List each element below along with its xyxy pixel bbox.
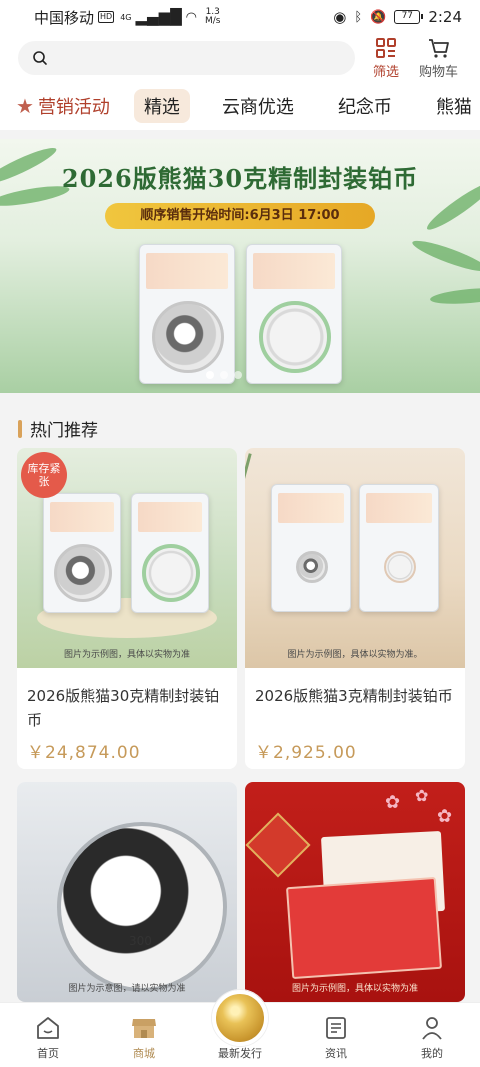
nav-mall[interactable]: 商城 [96, 1011, 192, 1061]
search-icon [33, 51, 47, 65]
network-speed: 1.3 M/s [205, 8, 221, 26]
cart-icon [428, 38, 449, 58]
image-disclaimer: 图片为示例图，具体以实物为准。 [287, 650, 423, 660]
nav-home-label: 首页 [37, 1047, 59, 1060]
banner-pagination [206, 371, 242, 379]
nav-home[interactable]: 首页 [0, 1011, 96, 1061]
nav-news-label: 资讯 [325, 1047, 347, 1060]
nav-mall-label: 商城 [133, 1047, 155, 1060]
status-bar: 中国移动 HD 4G ▂▄▆█ ◠ 1.3 M/s ◉ ᛒ 🔕 77 2:24 [0, 0, 480, 34]
coin-slab-front [43, 493, 121, 613]
temple-coin-image [142, 544, 200, 602]
search-input[interactable] [56, 50, 316, 66]
status-right: ◉ ᛒ 🔕 77 2:24 [333, 8, 462, 26]
tab-commemorative[interactable]: 纪念币 [338, 93, 392, 119]
card-envelope-front [285, 876, 443, 980]
image-disclaimer: 图片为示例图，具体以实物为准 [291, 984, 418, 994]
product-name: 2026版熊猫30克精制封装铂币 [27, 687, 220, 729]
product-price: ￥2,925.00 [255, 743, 357, 763]
image-disclaimer: 图片为示例图，具体以实物为准 [63, 650, 190, 660]
banner-dot [220, 371, 228, 379]
coin-slab-front [139, 244, 235, 384]
header: 筛选 购物车 [0, 34, 480, 82]
eye-icon: ◉ [333, 8, 347, 26]
hd-badge: HD [98, 11, 115, 23]
image-disclaimer: 图片为示意图，请以实物为准 [68, 984, 186, 994]
tab-featured[interactable]: 精选 [133, 89, 190, 123]
product-card[interactable]: 图片为示例图，具体以实物为准 库存紧张 2026版熊猫30克精制封装铂币 ￥24… [17, 448, 237, 769]
mute-icon: 🔕 [370, 9, 387, 25]
category-tabs: ★ 营销活动 精选 云商优选 纪念币 熊猫 [0, 82, 480, 130]
product-card[interactable]: ✿ ✿ ✿ 图片为示例图，具体以实物为准 [245, 782, 465, 1002]
fu-decoration [245, 812, 311, 878]
bluetooth-icon: ᛒ [354, 9, 363, 25]
filter-grid-icon [376, 37, 396, 58]
slab-label [146, 253, 228, 289]
product-image: ✿ ✿ ✿ 图片为示例图，具体以实物为准 [245, 782, 465, 1002]
battery-icon: 77 [394, 10, 424, 24]
filter-button[interactable]: 筛选 [373, 37, 399, 80]
nav-new-release-label: 最新发行 [218, 1047, 262, 1060]
banner-sale-time: 顺序销售开始时间:6月3日 17:00 [105, 203, 375, 229]
banner-title: 2026版熊猫30克精制封装铂币 [61, 164, 419, 193]
promo-banner[interactable]: 2026版熊猫30克精制封装铂币 顺序销售开始时间:6月3日 17:00 [0, 139, 480, 393]
filter-label: 筛选 [373, 64, 400, 80]
carrier-text: 中国移动 [34, 8, 95, 27]
product-card[interactable]: 300 图片为示意图，请以实物为准 [17, 782, 237, 1002]
coin-slab-back [246, 244, 342, 384]
coin-slab-back [131, 493, 209, 613]
slab-label [366, 493, 432, 523]
nav-profile[interactable]: 我的 [384, 1011, 480, 1061]
tab-cloud-picks[interactable]: 云商优选 [222, 93, 294, 119]
section-hot-recommend: 热门推荐 [18, 416, 98, 441]
product-price: ￥24,874.00 [27, 743, 141, 763]
cart-button[interactable]: 购物车 [419, 37, 458, 80]
product-card[interactable]: 图片为示例图，具体以实物为准。 2026版熊猫3克精制封装铂币 ￥2,925.0… [245, 448, 465, 769]
store-icon [130, 1011, 158, 1041]
clock: 2:24 [428, 8, 462, 26]
temple-coin-image [384, 551, 416, 583]
banner-dot-active [206, 371, 214, 379]
plum-blossom: ✿ ✿ ✿ [385, 786, 453, 827]
tab-promo-label: 营销活动 [37, 97, 110, 118]
panda-coin-image [152, 301, 224, 373]
product-name: 2026版熊猫3克精制封装铂币 [255, 687, 453, 705]
coin-slab-back [359, 484, 439, 612]
bamboo-leaf [410, 235, 480, 277]
product-image: 300 图片为示意图，请以实物为准 [17, 782, 237, 1002]
panda-coin-image [296, 551, 328, 583]
product-image: 图片为示例图，具体以实物为准。 [245, 448, 465, 668]
cart-label: 购物车 [419, 64, 459, 80]
slab-label [253, 253, 335, 289]
wifi-icon: ◠ [185, 9, 197, 25]
search-box[interactable] [18, 41, 355, 75]
status-left: 中国移动 HD 4G ▂▄▆█ ◠ 1.3 M/s [34, 7, 221, 28]
section-accent-bar [18, 419, 22, 438]
speed-unit: M/s [205, 16, 221, 26]
coin-slab-front [271, 484, 351, 612]
news-icon [324, 1011, 348, 1041]
banner-dot [234, 371, 242, 379]
tab-panda[interactable]: 熊猫 [436, 93, 472, 119]
nav-news[interactable]: 资讯 [288, 1011, 384, 1061]
tab-promo[interactable]: ★ 营销活动 [16, 93, 110, 119]
bamboo-leaf [429, 285, 480, 307]
new-release-coin-button[interactable] [212, 990, 268, 1046]
nav-profile-label: 我的 [421, 1047, 443, 1060]
slab-label [278, 493, 344, 523]
horse-coin-image [57, 822, 227, 992]
slab-label [50, 502, 114, 532]
temple-coin-image [259, 301, 331, 373]
network-type: 4G [120, 12, 132, 22]
low-stock-badge: 库存紧张 [21, 452, 67, 498]
coin-denomination: 300 [129, 934, 152, 948]
home-icon [35, 1011, 61, 1041]
slab-label [138, 502, 202, 532]
star-icon: ★ [16, 94, 34, 118]
panda-coin-image [54, 544, 112, 602]
signal-icon: ▂▄▆█ [135, 8, 182, 26]
section-title: 热门推荐 [30, 421, 98, 441]
user-icon [420, 1011, 444, 1041]
